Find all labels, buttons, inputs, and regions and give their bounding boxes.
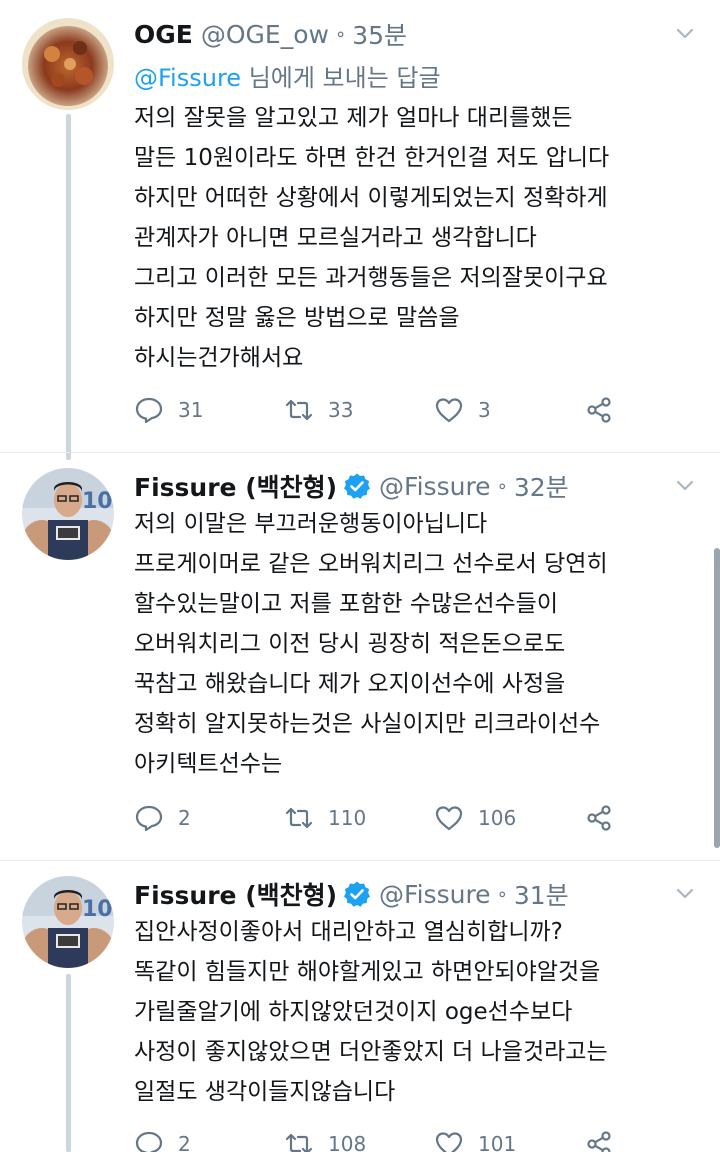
tweet-text-line: 일절도 생각이들지않습니다 bbox=[134, 1079, 396, 1105]
separator-dot: ∘ bbox=[496, 475, 508, 497]
svg-text:10: 10 bbox=[82, 489, 113, 514]
share-button[interactable] bbox=[584, 1126, 614, 1152]
tweet-text-line: 아키텍트선수는 bbox=[134, 751, 283, 777]
share-icon bbox=[587, 397, 611, 423]
reply-context-text: 님에게 보내는 답글 bbox=[241, 64, 441, 92]
tweet-text-line: 하지만 어떠한 상황에서 이렇게되었는지 정확하게 bbox=[134, 185, 608, 211]
like-button[interactable]: 101 bbox=[434, 1126, 516, 1152]
share-icon bbox=[587, 1131, 611, 1152]
user-handle[interactable]: @OGE_ow bbox=[201, 20, 329, 49]
tweet-text-line: 가릴줄알기에 하지않았던것이지 oge선수보다 bbox=[134, 999, 573, 1025]
user-handle[interactable]: @Fissure bbox=[379, 472, 491, 501]
heart-icon bbox=[435, 806, 463, 831]
display-name[interactable]: Fissure (백찬형) bbox=[134, 468, 337, 504]
retweet-button[interactable]: 110 bbox=[284, 800, 366, 836]
chevron-down-icon[interactable] bbox=[674, 22, 696, 44]
retweet-button[interactable]: 33 bbox=[284, 392, 353, 428]
chevron-down-icon[interactable] bbox=[674, 474, 696, 496]
retweet-count: 110 bbox=[328, 806, 367, 830]
share-icon bbox=[587, 805, 611, 831]
chevron-down-icon[interactable] bbox=[674, 882, 696, 904]
display-name[interactable]: OGE bbox=[134, 20, 193, 49]
like-button[interactable]: 106 bbox=[434, 800, 516, 836]
tweet-text-line: 집안사정이좋아서 대리안하고 열심히합니까? bbox=[134, 919, 563, 945]
tweet-header: OGE @OGE_ow ∘ 35분 bbox=[134, 14, 407, 54]
mention-link[interactable]: @Fissure bbox=[134, 64, 241, 92]
reply-context: @Fissure 님에게 보내는 답글 bbox=[134, 58, 441, 93]
like-button[interactable]: 3 bbox=[434, 392, 491, 428]
timestamp[interactable]: 32분 bbox=[514, 468, 569, 504]
tweet-text-line: 관계자가 아니면 모르실거라고 생각합니다 bbox=[134, 225, 537, 251]
reply-button[interactable]: 2 bbox=[134, 1126, 191, 1152]
tweet-text-line: 말든 10원이라도 하면 한건 한거인걸 저도 압니다 bbox=[134, 145, 610, 171]
share-button[interactable] bbox=[584, 392, 614, 428]
retweet-button[interactable]: 108 bbox=[284, 1126, 366, 1152]
reply-button[interactable]: 2 bbox=[134, 800, 191, 836]
tweet-text-line: 똑같이 힘들지만 해야할게있고 하면안되야알것을 bbox=[134, 959, 601, 985]
retweet-count: 108 bbox=[328, 1132, 367, 1152]
svg-text:10: 10 bbox=[82, 897, 113, 922]
avatar[interactable]: 10 bbox=[22, 468, 114, 560]
tweet-text: 저의 이말은 부끄러운행동이아닙니다 프로게이머로 같은 오버워치리그 선수로서… bbox=[134, 504, 704, 784]
user-handle[interactable]: @Fissure bbox=[379, 880, 491, 909]
reply-count: 2 bbox=[178, 806, 191, 830]
retweet-icon bbox=[285, 1133, 313, 1152]
avatar-image: 10 bbox=[22, 876, 114, 968]
verified-badge-icon bbox=[344, 473, 371, 499]
reply-count: 31 bbox=[178, 398, 204, 422]
avatar-image bbox=[22, 18, 114, 110]
avatar[interactable] bbox=[22, 18, 114, 110]
tweet-text-line: 오버워치리그 이전 당시 굉장히 적은돈으로도 bbox=[134, 631, 566, 657]
avatar-image: 10 bbox=[22, 468, 114, 560]
tweet[interactable]: 10 Fissure (백찬형) @Fissure ∘ 31분 집안사정이좋아서… bbox=[0, 874, 720, 1152]
timestamp[interactable]: 35분 bbox=[352, 16, 407, 52]
display-name[interactable]: Fissure (백찬형) bbox=[134, 876, 337, 912]
tweet-text: 저의 잘못을 알고있고 제가 얼마나 대리를했든 말든 10원이라도 하면 한건… bbox=[134, 98, 704, 378]
reply-icon bbox=[135, 1131, 163, 1152]
retweet-icon bbox=[285, 807, 313, 829]
heart-icon bbox=[435, 1132, 463, 1152]
heart-icon bbox=[435, 398, 463, 423]
tweet[interactable]: OGE @OGE_ow ∘ 35분 @Fissure 님에게 보내는 답글 저의… bbox=[0, 14, 720, 454]
like-count: 101 bbox=[478, 1132, 517, 1152]
like-count: 106 bbox=[478, 806, 517, 830]
reply-button[interactable]: 31 bbox=[134, 392, 203, 428]
tweet-text-line: 저의 잘못을 알고있고 제가 얼마나 대리를했든 bbox=[134, 105, 573, 131]
tweet-text: 집안사정이좋아서 대리안하고 열심히합니까? 똑같이 힘들지만 해야할게있고 하… bbox=[134, 912, 704, 1112]
tweet-text-line: 할수있는말이고 저를 포함한 수많은선수들이 bbox=[134, 591, 558, 617]
tweet-text-line: 프로게이머로 같은 오버워치리그 선수로서 당연히 bbox=[134, 551, 608, 577]
tweet-text-line: 그리고 이러한 모든 과거행동들은 저의잘못이구요 bbox=[134, 265, 608, 291]
avatar[interactable]: 10 bbox=[22, 876, 114, 968]
reply-icon bbox=[135, 397, 163, 424]
tweet-actions: 2 110 106 bbox=[134, 800, 634, 836]
tweet-text-line: 꾹참고 해왔습니다 제가 오지이선수에 사정을 bbox=[134, 671, 566, 697]
verified-badge-icon bbox=[344, 881, 371, 907]
reply-count: 2 bbox=[178, 1132, 191, 1152]
tweet-text-line: 정확히 알지못하는것은 사실이지만 리크라이선수 bbox=[134, 711, 601, 737]
scrollbar[interactable] bbox=[714, 548, 720, 848]
reply-icon bbox=[135, 805, 163, 832]
tweet-divider bbox=[0, 452, 720, 453]
tweet-actions: 31 33 3 bbox=[134, 392, 634, 428]
retweet-icon bbox=[285, 399, 313, 421]
tweet-divider bbox=[0, 860, 720, 861]
tweet-actions: 2 108 101 bbox=[134, 1126, 634, 1152]
timestamp[interactable]: 31분 bbox=[514, 876, 569, 912]
tweet-header: Fissure (백찬형) @Fissure ∘ 32분 bbox=[134, 466, 569, 506]
separator-dot: ∘ bbox=[334, 23, 347, 45]
share-button[interactable] bbox=[584, 800, 614, 836]
separator-dot: ∘ bbox=[496, 883, 508, 905]
tweet-text-line: 저의 이말은 부끄러운행동이아닙니다 bbox=[134, 511, 488, 537]
tweet-text-line: 하시는건가해서요 bbox=[134, 345, 304, 371]
tweet-text-line: 하지만 정말 옳은 방법으로 말씀을 bbox=[134, 305, 460, 331]
retweet-count: 33 bbox=[328, 398, 354, 422]
tweet-header: Fissure (백찬형) @Fissure ∘ 31분 bbox=[134, 874, 569, 914]
tweet[interactable]: 10 Fissure (백찬형) @Fissure ∘ 32분 저의 이말은 부… bbox=[0, 466, 720, 856]
like-count: 3 bbox=[478, 398, 491, 422]
tweet-text-line: 사정이 좋지않았으면 더안좋았지 더 나을것라고는 bbox=[134, 1039, 608, 1065]
